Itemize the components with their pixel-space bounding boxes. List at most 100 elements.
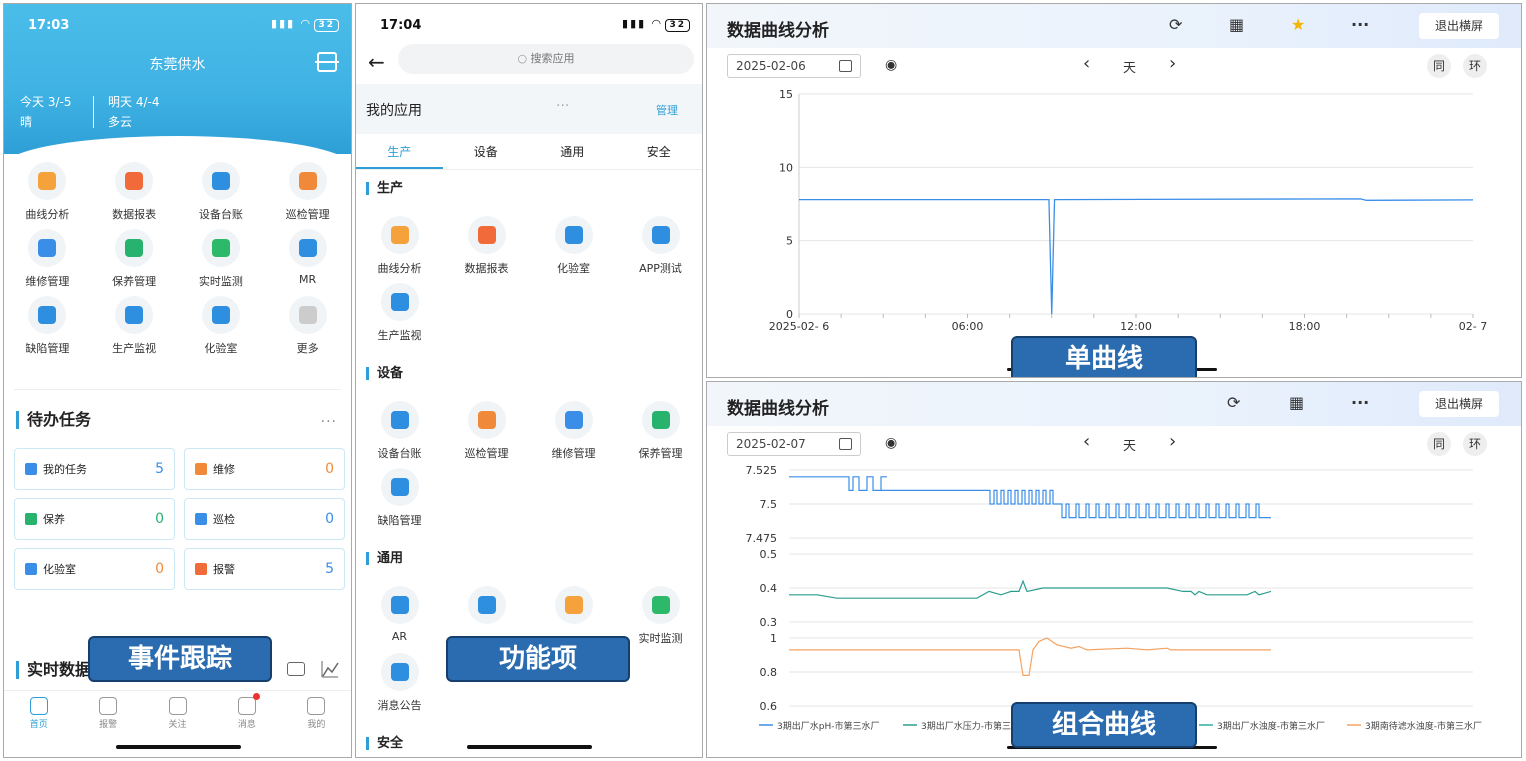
app-tile[interactable]: 生产监视	[356, 283, 443, 343]
app-row: 曲线分析 数据报表 设备台账 巡检管理	[4, 162, 351, 222]
manage-button[interactable]: 管理	[656, 102, 678, 118]
search-placeholder: 搜索应用	[530, 52, 575, 65]
battery-icon: 32	[314, 19, 339, 32]
single-line-chart: 0510152025-02- 6 06:00 12:00 18:00 02- 7	[769, 88, 1487, 333]
tab-mail[interactable]: 消息	[212, 693, 281, 730]
grid-icon	[28, 296, 67, 334]
tab-user[interactable]: 我的	[282, 697, 351, 730]
app-tile[interactable]: 巡检管理	[443, 401, 530, 461]
today-weather: 晴	[20, 115, 33, 129]
inspect-icon	[288, 162, 327, 200]
y-tick-label: 0.3	[760, 616, 778, 629]
app-tile[interactable]: 巡检管理	[264, 162, 351, 222]
category-tab[interactable]: 通用	[529, 140, 616, 169]
bar-chart-icon	[115, 296, 154, 334]
todo-card[interactable]: 我的任务 5	[14, 448, 175, 490]
home-header: 17:03 ▮▮▮ ◠ 32 东莞供水 今天 3/-5 晴 明天 4/-4 多云	[4, 4, 351, 154]
app-tile[interactable]: 保养管理	[617, 401, 702, 461]
icon-glyph	[477, 411, 496, 429]
app-tile[interactable]: 缺陷管理	[356, 468, 443, 528]
legend-label[interactable]: 3期南待滤水浊度-市第三水厂	[1365, 720, 1482, 732]
search-input[interactable]: ○ 搜索应用	[398, 44, 694, 74]
app-label: 曲线分析	[25, 208, 70, 221]
app-tile[interactable]	[443, 586, 530, 630]
tab-home[interactable]: 首页	[4, 697, 73, 730]
app-label: 数据报表	[112, 208, 157, 221]
app-label: 巡检管理	[464, 447, 509, 460]
star-icon	[168, 697, 187, 715]
todo-count: 5	[155, 461, 164, 477]
app-icon	[554, 216, 593, 254]
status-time: 17:04	[380, 18, 422, 33]
category-tab[interactable]: 安全	[616, 140, 703, 169]
app-label: 消息公告	[377, 699, 422, 712]
icon-glyph	[125, 306, 144, 324]
home-screen: 17:03 ▮▮▮ ◠ 32 东莞供水 今天 3/-5 晴 明天 4/-4 多云 曲线…	[3, 3, 352, 758]
back-arrow-icon[interactable]: ←	[368, 50, 385, 74]
app-tile[interactable]	[530, 586, 617, 630]
app-icon	[380, 468, 419, 506]
y-tick-label: 0.6	[760, 700, 778, 713]
home-icon	[29, 697, 48, 715]
app-tile[interactable]: 更多	[264, 296, 351, 356]
app-tile[interactable]: APP测试	[617, 216, 702, 276]
app-tile[interactable]: AR	[356, 586, 443, 643]
todo-icon	[195, 563, 207, 575]
todo-card[interactable]: 报警 5	[184, 548, 345, 590]
legend-label[interactable]: 3期出厂水压力-市第三	[921, 720, 1011, 732]
app-tile[interactable]: 实时监测	[617, 586, 702, 646]
category-tab[interactable]: 生产	[356, 140, 443, 169]
app-tile[interactable]: MR	[264, 229, 351, 289]
app-icon	[380, 216, 419, 254]
app-label: 维修管理	[551, 447, 596, 460]
tab-alarm[interactable]: 报警	[73, 697, 142, 730]
y-tick-label: 7.475	[746, 532, 778, 545]
app-tile[interactable]: 维修管理	[530, 401, 617, 461]
app-tile[interactable]: 保养管理	[91, 229, 178, 289]
app-tile[interactable]: 曲线分析	[4, 162, 91, 222]
todo-card[interactable]: 维修 0	[184, 448, 345, 490]
app-tile[interactable]: 化验室	[178, 296, 265, 356]
report-icon	[115, 162, 154, 200]
legend-label[interactable]: 3期出厂水浊度-市第三水厂	[1217, 720, 1325, 732]
todo-label: 报警	[213, 563, 235, 576]
scan-icon[interactable]	[315, 52, 339, 72]
app-tile[interactable]: 设备台账	[356, 401, 443, 461]
todo-label: 我的任务	[43, 463, 87, 476]
app-tile[interactable]: 缺陷管理	[4, 296, 91, 356]
settings-list-icon[interactable]	[287, 662, 305, 676]
icon-glyph	[38, 239, 57, 257]
series-line-turbidity	[789, 637, 1271, 676]
y-tick-label: 7.525	[746, 464, 778, 477]
status-bar: 17:03 ▮▮▮ ◠ 32	[4, 4, 351, 44]
chart-line-icon	[28, 162, 67, 200]
todo-card[interactable]: 保养 0	[14, 498, 175, 540]
single-curve-screen: 数据曲线分析 ⟳ ▦ ★ ··· 退出横屏 2025-02-06 ◉ ‹ 天 ›…	[706, 3, 1522, 378]
app-tile[interactable]: 实时监测	[178, 229, 265, 289]
app-label: 化验室	[557, 262, 590, 275]
legend-label[interactable]: 3期出厂水pH-市第三水厂	[777, 720, 879, 732]
category-tab[interactable]: 设备	[443, 140, 530, 169]
alarm-icon	[99, 697, 118, 715]
trend-icon[interactable]	[321, 660, 339, 678]
y-tick-label: 0.5	[760, 548, 778, 561]
wrench-icon	[28, 229, 67, 267]
today-temp: 今天 3/-5	[20, 95, 72, 109]
app-tile[interactable]: 化验室	[530, 216, 617, 276]
todo-more-button[interactable]: ···	[321, 414, 337, 430]
todo-card[interactable]: 化验室 0	[14, 548, 175, 590]
app-tile[interactable]: 设备台账	[178, 162, 265, 222]
app-tile[interactable]: 数据报表	[91, 162, 178, 222]
app-tile[interactable]: 生产监视	[91, 296, 178, 356]
todo-icon	[195, 513, 207, 525]
y-tick-label: 0.4	[760, 582, 778, 595]
app-tile[interactable]: 维修管理	[4, 229, 91, 289]
tab-star[interactable]: 关注	[143, 697, 212, 730]
icon-glyph	[477, 596, 496, 614]
app-tile[interactable]: 数据报表	[443, 216, 530, 276]
app-label: 缺陷管理	[377, 514, 422, 527]
app-tile[interactable]: 曲线分析	[356, 216, 443, 276]
todo-card[interactable]: 巡检 0	[184, 498, 345, 540]
app-tile[interactable]: 消息公告	[356, 653, 443, 713]
home-indicator	[467, 745, 592, 749]
